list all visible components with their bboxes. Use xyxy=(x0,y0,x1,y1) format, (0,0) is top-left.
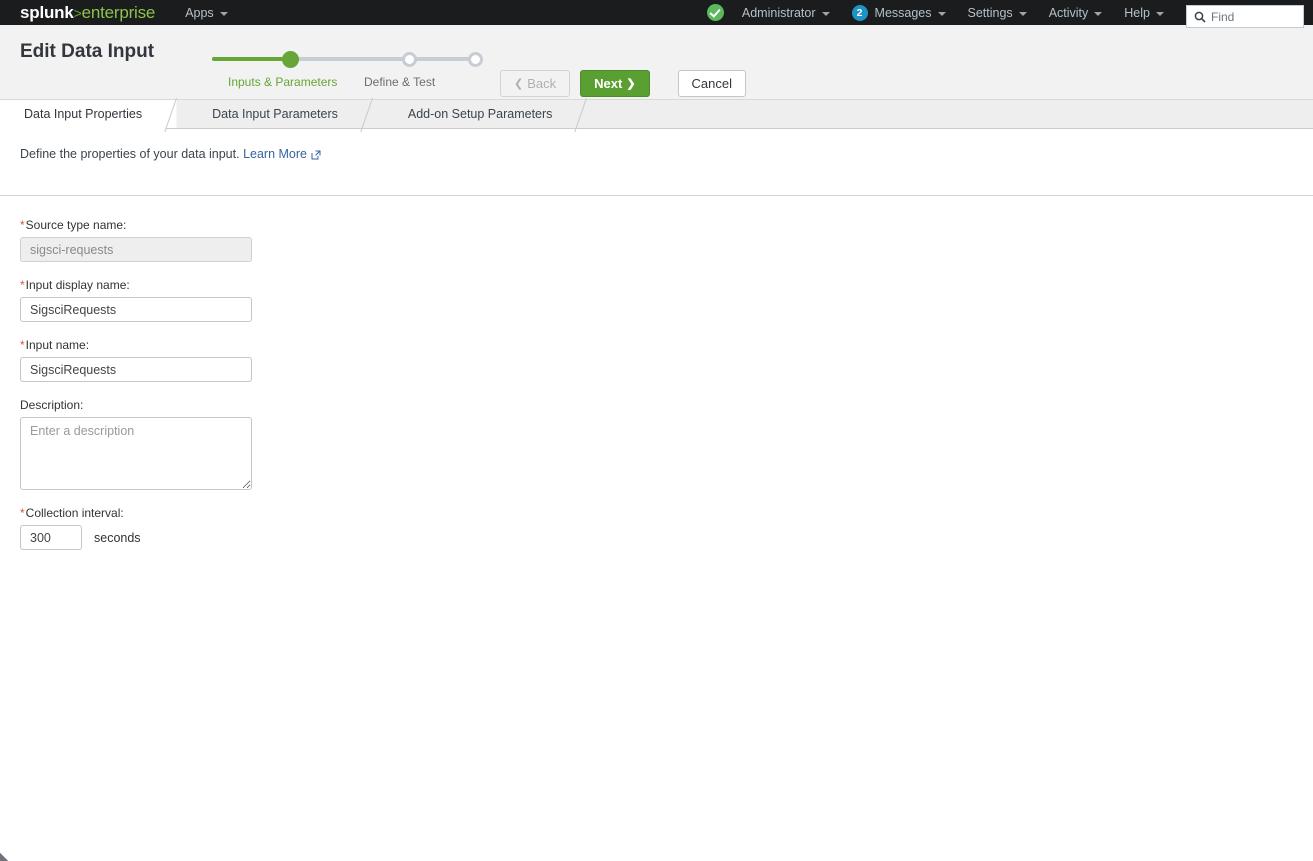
input-name-label: *Input name: xyxy=(20,338,1313,352)
required-asterisk: * xyxy=(20,278,25,292)
help-menu-label: Help xyxy=(1124,5,1150,20)
tab-divider xyxy=(362,100,384,128)
tab-label: Data Input Parameters xyxy=(212,107,338,121)
brand-splunk-text: splunk xyxy=(20,2,74,22)
collection-interval-label: *Collection interval: xyxy=(20,506,1313,520)
page-title: Edit Data Input xyxy=(20,41,155,62)
stepper-track-progress xyxy=(212,57,292,61)
messages-menu[interactable]: 2 Messages xyxy=(851,4,946,21)
stepper-label-1: Inputs & Parameters xyxy=(228,75,338,89)
brand-edition-text: enterprise xyxy=(81,2,156,22)
tab-label: Data Input Properties xyxy=(24,107,143,121)
settings-menu[interactable]: Settings xyxy=(968,6,1027,20)
health-check-circle-icon[interactable] xyxy=(706,4,724,21)
appbar-right-group: Administrator 2 Messages Settings Activi… xyxy=(706,0,1313,28)
apps-menu-label: Apps xyxy=(185,5,214,20)
chevron-left-icon: ❮ xyxy=(514,78,524,90)
intro-text: Define the properties of your data input… xyxy=(20,147,240,161)
search-icon xyxy=(1194,11,1206,23)
tab-label: Add-on Setup Parameters xyxy=(407,107,553,121)
find-input[interactable] xyxy=(1211,9,1297,24)
label-text: Collection interval: xyxy=(25,506,124,520)
input-display-name-input[interactable] xyxy=(20,297,252,322)
intro-text-row: Define the properties of your data input… xyxy=(0,129,1313,161)
page-header: Edit Data Input Inputs & Parameters Defi… xyxy=(0,25,1313,100)
tab-data-input-parameters[interactable]: Data Input Parameters xyxy=(188,100,362,128)
required-asterisk: * xyxy=(20,506,25,520)
back-button[interactable]: ❮ Back xyxy=(500,70,571,97)
collection-interval-unit: seconds xyxy=(94,530,141,545)
chevron-down-icon xyxy=(1094,11,1103,16)
activity-menu-label: Activity xyxy=(1048,5,1089,20)
appbar-left-group: splunk > enterprise Apps xyxy=(0,3,228,23)
activity-menu[interactable]: Activity xyxy=(1049,6,1103,20)
wizard-button-row: ❮ Back Next ❯ Cancel xyxy=(500,70,746,97)
stepper-node-2[interactable] xyxy=(402,52,417,67)
label-text: Input name: xyxy=(25,338,90,352)
tab-divider xyxy=(576,100,598,128)
source-type-name-input xyxy=(20,237,252,262)
chevron-down-icon xyxy=(1018,11,1027,16)
tab-divider xyxy=(166,100,189,128)
field-description: Description: xyxy=(20,398,1313,490)
chevron-down-icon xyxy=(1156,11,1164,16)
wizard-stepper: Inputs & Parameters Define & Test xyxy=(212,45,487,97)
data-input-properties-form: *Source type name: *Input display name: … xyxy=(0,196,1313,550)
cancel-button[interactable]: Cancel xyxy=(677,70,746,97)
description-textarea[interactable] xyxy=(20,417,252,490)
main-content: Define the properties of your data input… xyxy=(0,129,1313,550)
learn-more-link[interactable]: Learn More xyxy=(243,147,307,161)
collection-interval-input[interactable] xyxy=(20,525,82,550)
apps-menu[interactable]: Apps xyxy=(185,6,228,20)
source-type-name-label: *Source type name: xyxy=(20,218,1313,232)
back-button-label: Back xyxy=(527,76,557,91)
chevron-down-icon xyxy=(821,11,830,16)
chevron-down-icon xyxy=(937,11,946,16)
learn-more-label: Learn More xyxy=(243,147,308,161)
messages-count-badge: 2 xyxy=(851,4,868,21)
field-input-name: *Input name: xyxy=(20,338,1313,382)
brand-separator: > xyxy=(73,4,82,21)
label-text: Source type name: xyxy=(25,218,127,232)
required-asterisk: * xyxy=(20,338,25,352)
next-button[interactable]: Next ❯ xyxy=(580,70,650,97)
cancel-button-label: Cancel xyxy=(691,76,732,91)
tab-add-on-setup-parameters[interactable]: Add-on Setup Parameters xyxy=(383,100,577,128)
input-display-name-label: *Input display name: xyxy=(20,278,1313,292)
description-label: Description: xyxy=(20,398,1313,412)
field-input-display-name: *Input display name: xyxy=(20,278,1313,322)
external-link-icon xyxy=(311,149,321,163)
field-source-type-name: *Source type name: xyxy=(20,218,1313,262)
next-button-label: Next xyxy=(594,76,623,91)
input-name-input[interactable] xyxy=(20,357,252,382)
field-collection-interval: *Collection interval: seconds xyxy=(20,506,1313,550)
top-navigation-bar: splunk > enterprise Apps Administrator 2 M… xyxy=(0,0,1313,28)
user-menu-label: Administrator xyxy=(741,5,816,20)
corner-artifact xyxy=(0,853,8,861)
tab-bar: Data Input Properties Data Input Paramet… xyxy=(0,100,1313,129)
settings-menu-label: Settings xyxy=(967,5,1013,20)
chevron-right-icon: ❯ xyxy=(626,78,636,90)
chevron-down-icon xyxy=(219,11,228,16)
stepper-node-1-current[interactable] xyxy=(282,51,299,68)
tab-data-input-properties[interactable]: Data Input Properties xyxy=(0,100,167,129)
messages-menu-label: Messages xyxy=(874,5,932,20)
collection-interval-row: seconds xyxy=(20,525,1313,550)
stepper-node-3[interactable] xyxy=(468,52,483,67)
required-asterisk: * xyxy=(20,218,25,232)
label-text: Input display name: xyxy=(25,278,130,292)
user-menu-administrator[interactable]: Administrator xyxy=(742,6,830,20)
label-text: Description: xyxy=(20,398,84,412)
help-menu[interactable]: Help xyxy=(1124,6,1164,20)
splunk-enterprise-logo[interactable]: splunk > enterprise xyxy=(20,3,155,23)
find-search-box[interactable] xyxy=(1186,5,1304,28)
stepper-label-2: Define & Test xyxy=(364,75,436,89)
